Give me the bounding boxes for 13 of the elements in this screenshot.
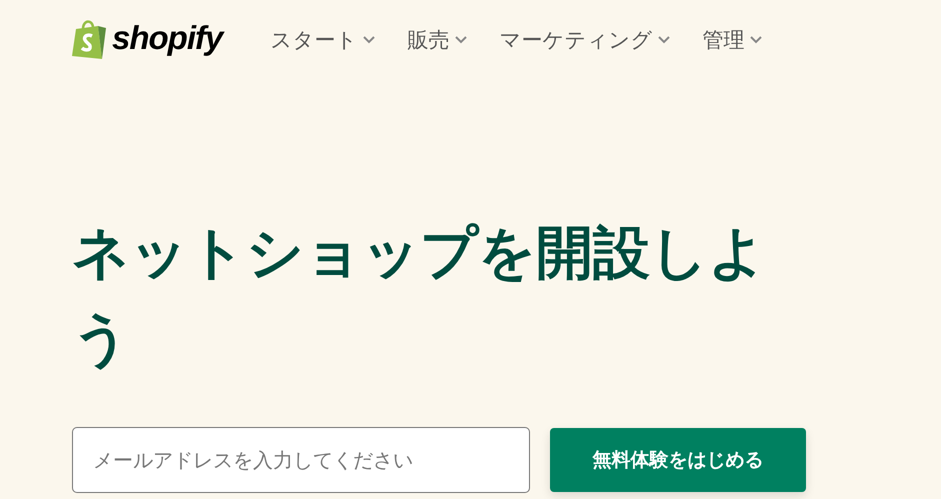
email-field[interactable]: メールアドレスを入力してください — [72, 427, 530, 493]
nav-menu-link[interactable]: スタート — [270, 26, 376, 54]
chevron-down-icon — [455, 36, 468, 44]
hero-heading: ネットショップを開設しよう — [72, 219, 767, 374]
chevron-down-icon — [658, 36, 670, 44]
nav-menu-link[interactable]: 管理 — [702, 26, 762, 54]
logo-text[interactable]: shopify — [112, 19, 222, 57]
chevron-down-icon — [363, 36, 376, 44]
free-trial-button[interactable]: 無料体験をはじめる — [550, 428, 806, 492]
nav-menu-link[interactable]: マーケティング — [499, 26, 670, 54]
chevron-down-icon — [750, 36, 762, 44]
nav-menu-link[interactable]: 販売 — [407, 26, 468, 54]
shopping-bag-icon — [72, 19, 108, 61]
